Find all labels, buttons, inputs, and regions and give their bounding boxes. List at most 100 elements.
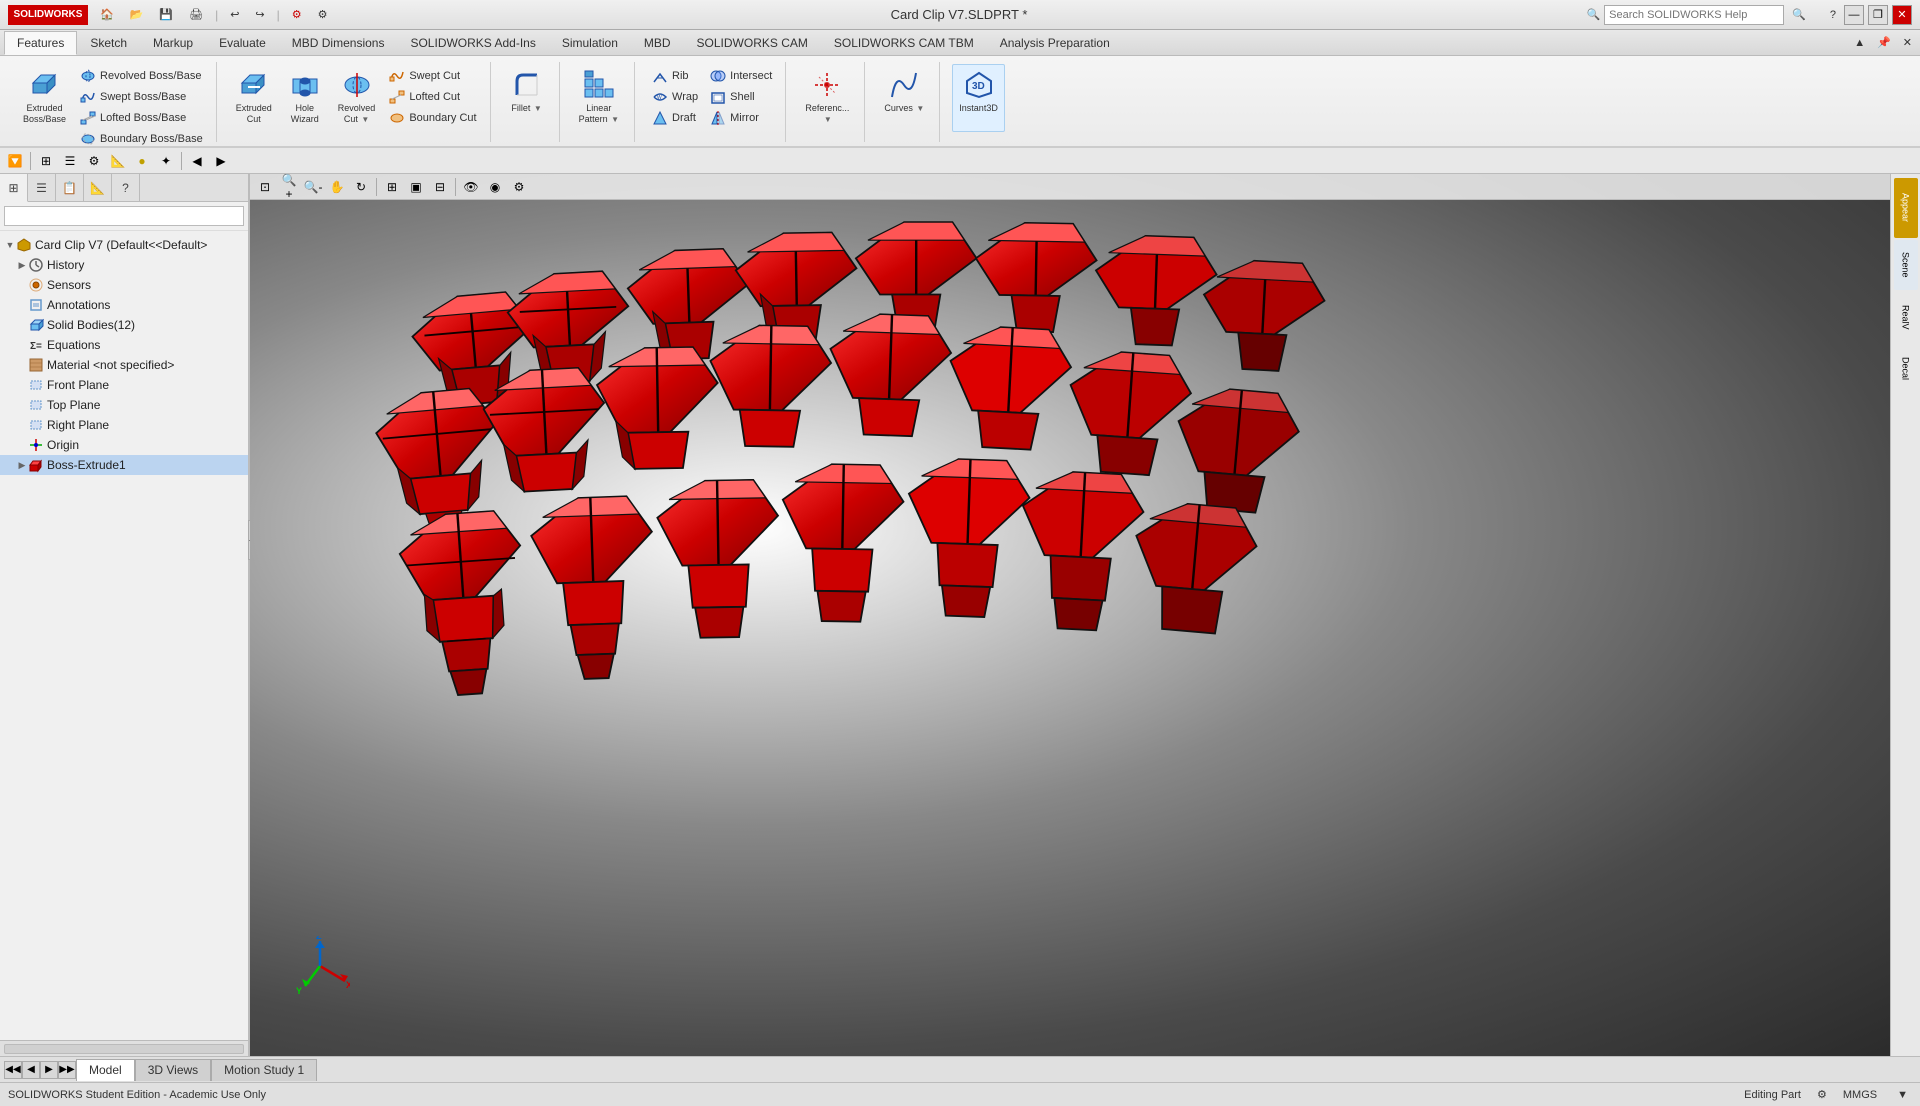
bottom-tab-motion-study[interactable]: Motion Study 1 [211,1059,317,1081]
tree-item-front-plane[interactable]: ▶ Front Plane [0,375,248,395]
hole-wizard-btn[interactable]: HoleWizard [281,64,329,132]
wrap-btn[interactable]: W Wrap [647,87,703,107]
boundary-boss-base-btn[interactable]: Boundary Boss/Base [75,129,208,149]
tab-evaluate[interactable]: Evaluate [206,31,279,54]
lofted-cut-btn[interactable]: Lofted Cut [384,87,481,107]
ribbon-close-btn[interactable]: ✕ [1899,34,1916,51]
curves-btn[interactable]: Curves ▼ [877,64,931,132]
reference-btn[interactable]: Referenc...▼ [798,64,856,132]
options-btn[interactable]: ⚙ [314,6,332,23]
bottom-tab-3dviews[interactable]: 3D Views [135,1059,211,1081]
panel-tab-config[interactable]: 📋 [56,174,84,202]
tree-item-right-plane[interactable]: ▶ Right Plane [0,415,248,435]
tree-search-input[interactable] [4,206,244,226]
panel-tab-feature[interactable]: ⊞ [0,174,28,202]
hide-show-btn[interactable]: 👁 [460,176,482,198]
tab-mbd[interactable]: MBD [631,31,684,54]
section-view-btn[interactable]: ⊟ [429,176,451,198]
extruded-boss-base-btn[interactable]: ExtrudedBoss/Base [16,64,73,132]
scene-right-btn[interactable]: Scene [1894,240,1918,290]
tree-item-sensors[interactable]: ▶ Sensors [0,275,248,295]
ribbon-pin-btn[interactable]: 📌 [1873,34,1895,51]
tab-addins[interactable]: SOLIDWORKS Add-Ins [397,31,548,54]
search-btn[interactable]: 🔍 [1788,6,1810,23]
draft-btn[interactable]: Draft [647,108,703,128]
help-btn[interactable]: ? [1826,7,1840,23]
redo-btn[interactable]: ↪ [251,6,268,23]
dim-expert-btn[interactable]: 📐 [107,150,129,172]
property-manager-btn[interactable]: ☰ [59,150,81,172]
tree-item-annotations[interactable]: ▶ Annotations [0,295,248,315]
appearance-btn[interactable]: ● [131,150,153,172]
tree-item-boss-extrude1[interactable]: ▶ Boss-Extrude1 [0,455,248,475]
new-btn[interactable]: 🏠 [96,6,118,23]
appearances-vp-btn[interactable]: ◉ [484,176,506,198]
pan-btn[interactable]: ✋ [326,176,348,198]
swept-boss-base-btn[interactable]: Swept Boss/Base [75,87,208,107]
decals-right-btn[interactable]: Decal [1894,344,1918,394]
nav-prev-btn[interactable]: ◀ [22,1061,40,1079]
shell-btn[interactable]: Shell [705,87,777,107]
rebuild-btn[interactable]: ⚙ [288,6,306,23]
swept-cut-btn[interactable]: Swept Cut [384,66,481,86]
rotate-btn[interactable]: ↻ [350,176,372,198]
tree-item-top-plane[interactable]: ▶ Top Plane [0,395,248,415]
tree-item-solidbodies[interactable]: ▶ Solid Bodies(12) [0,315,248,335]
save-btn[interactable]: 💾 [155,6,177,23]
rib-btn[interactable]: Rib [647,66,703,86]
tree-item-history[interactable]: ▶ History [0,255,248,275]
tab-cam-tbm[interactable]: SOLIDWORKS CAM TBM [821,31,987,54]
print-btn[interactable]: 🖨 [185,6,207,23]
tree-item-equations[interactable]: ▶ Σ= Equations [0,335,248,355]
tree-root-expand[interactable]: ▼ [4,239,16,251]
tab-analysis[interactable]: Analysis Preparation [987,31,1123,54]
intersect-btn[interactable]: Intersect [705,66,777,86]
tree-item-origin[interactable]: ▶ Origin [0,435,248,455]
view-settings-btn[interactable]: ⚙ [508,176,530,198]
tree-boss-extrude1-expand[interactable]: ▶ [16,459,28,471]
instant3d-btn[interactable]: 3D Instant3D [952,64,1005,132]
nav-prev-prev-btn[interactable]: ◀◀ [4,1061,22,1079]
open-btn[interactable]: 📂 [126,6,148,23]
revolved-boss-base-btn[interactable]: Revolved Boss/Base [75,66,208,86]
tab-sketch[interactable]: Sketch [77,31,140,54]
nav-next-btn[interactable]: ▶ [40,1061,58,1079]
bottom-tab-model[interactable]: Model [76,1059,135,1081]
restore-btn[interactable]: ❐ [1868,5,1888,25]
expand-collapse-btn[interactable]: ◀ [186,150,208,172]
lofted-boss-base-btn[interactable]: Lofted Boss/Base [75,108,208,128]
fillet-btn[interactable]: Fillet ▼ [503,64,551,132]
boundary-cut-btn[interactable]: Boundary Cut [384,108,481,128]
nav-next-next-btn[interactable]: ▶▶ [58,1061,76,1079]
tree-root[interactable]: ▼ Card Clip V7 (Default<<Default> [0,235,248,255]
ribbon-collapse-btn[interactable]: ▲ [1850,35,1869,51]
search-input[interactable] [1604,5,1784,25]
zoom-out-btn[interactable]: 🔍- [302,176,324,198]
units-dropdown-btn[interactable]: ▼ [1893,1087,1912,1103]
tab-mbd-dim[interactable]: MBD Dimensions [279,31,398,54]
linear-pattern-btn[interactable]: LinearPattern ▼ [572,64,626,132]
extruded-cut-btn[interactable]: ExtrudedCut [229,64,279,132]
scene-btn[interactable]: ✦ [155,150,177,172]
panel-tab-dim[interactable]: 📐 [84,174,112,202]
panel-tab-property[interactable]: ☰ [28,174,56,202]
panel-tab-display[interactable]: ? [112,174,140,202]
tab-markup[interactable]: Markup [140,31,206,54]
zoom-in-btn[interactable]: 🔍+ [278,176,300,198]
tree-history-expand[interactable]: ▶ [16,259,28,271]
config-manager-btn[interactable]: ⚙ [83,150,105,172]
feature-manager-btn[interactable]: ⊞ [35,150,57,172]
minimize-btn[interactable]: — [1844,5,1864,25]
display-style-btn[interactable]: ▣ [405,176,427,198]
expand-all-btn[interactable]: ▶ [210,150,232,172]
zoom-fit-btn[interactable]: ⊡ [254,176,276,198]
close-btn[interactable]: ✕ [1892,5,1912,25]
view-orient-btn[interactable]: ⊞ [381,176,403,198]
realview-right-btn[interactable]: RealV [1894,292,1918,342]
tab-cam[interactable]: SOLIDWORKS CAM [684,31,821,54]
tab-simulation[interactable]: Simulation [549,31,631,54]
mirror-btn[interactable]: Mirror [705,108,777,128]
undo-btn[interactable]: ↩ [226,6,243,23]
appearance-right-btn[interactable]: Appear [1894,178,1918,238]
tab-features[interactable]: Features [4,31,77,55]
